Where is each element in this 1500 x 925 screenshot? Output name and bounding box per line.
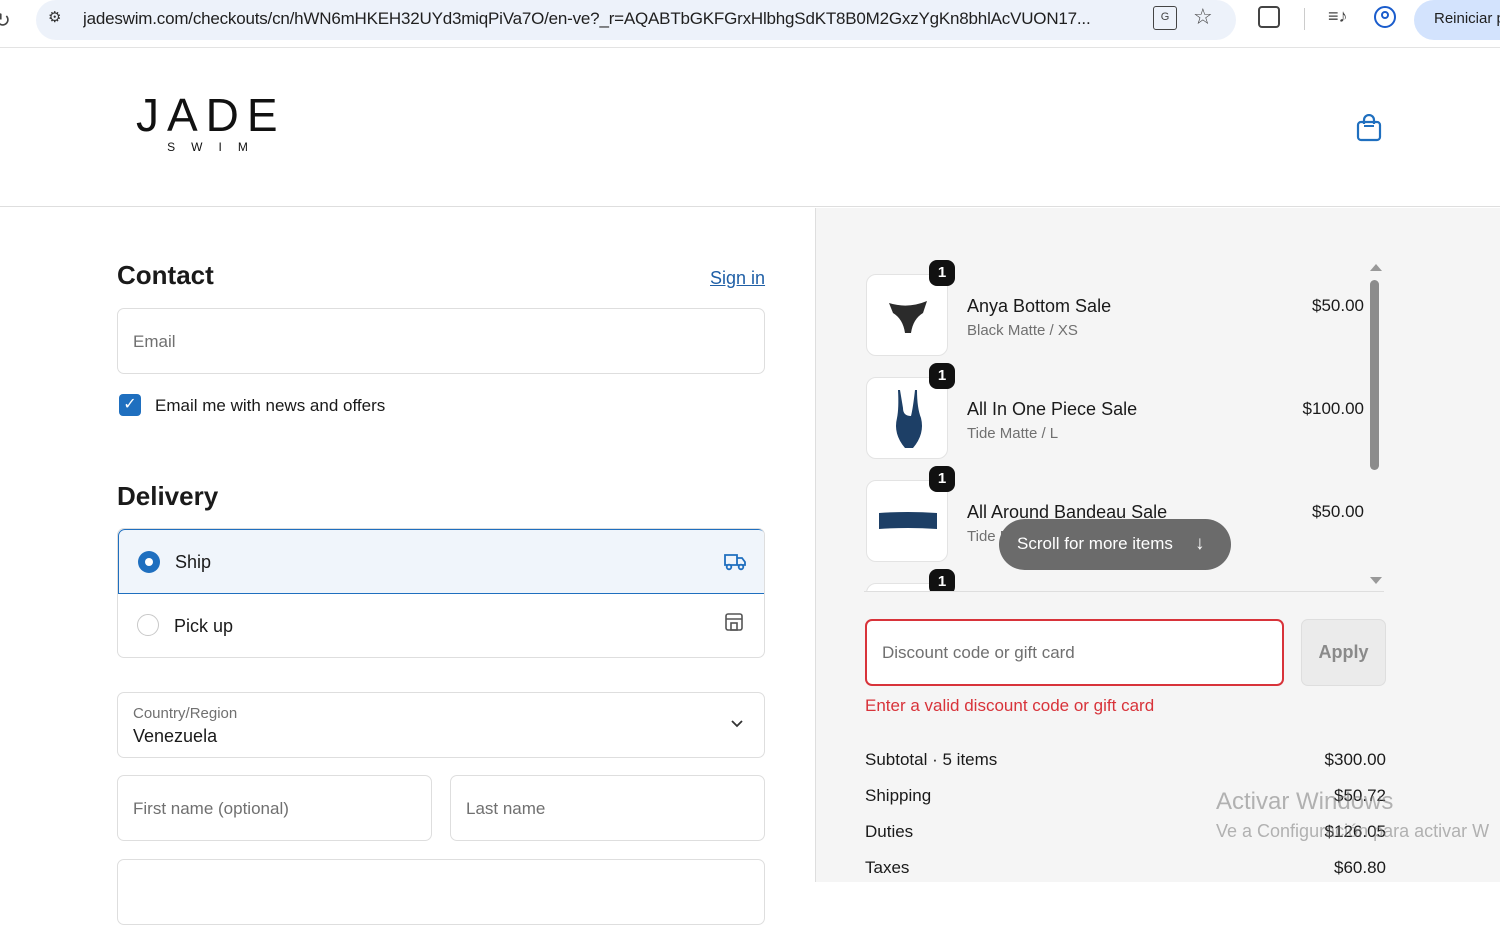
reload-icon[interactable]: ↻ xyxy=(0,8,11,33)
discount-code-input[interactable]: Discount code or gift card xyxy=(865,619,1284,686)
quantity-badge: 1 xyxy=(929,363,955,389)
ship-radio[interactable] xyxy=(138,551,160,573)
store-icon xyxy=(725,613,743,631)
quantity-badge: 1 xyxy=(929,569,955,591)
toolbar-divider xyxy=(1304,8,1305,30)
url-text[interactable]: jadeswim.com/checkouts/cn/hWN6mHKEH32UYd… xyxy=(83,9,1143,29)
last-name-field[interactable]: Last name xyxy=(450,775,765,841)
email-field[interactable]: Email xyxy=(117,308,765,374)
extensions-icon[interactable] xyxy=(1258,6,1280,28)
discount-placeholder: Discount code or gift card xyxy=(882,643,1075,662)
item-price: $50.00 xyxy=(1312,502,1364,521)
logo-sub-text: SWIM xyxy=(167,140,264,154)
product-thumbnail xyxy=(866,274,948,356)
site-header: JADE SWIM xyxy=(0,48,1500,207)
bandeau-top-image xyxy=(879,512,937,529)
media-control-icon[interactable]: ≡♪ xyxy=(1328,6,1348,27)
subtotal-row: Subtotal · 5 items $300.00 xyxy=(865,750,1386,770)
contact-heading: Contact xyxy=(117,260,214,290)
arrow-down-icon: ↓ xyxy=(1195,533,1205,554)
delivery-option-pickup[interactable]: Pick up xyxy=(118,594,764,657)
cart-item: 1 All In One Piece Sale Tide Matte / L $… xyxy=(864,363,1374,459)
delivery-method-group: Ship Pick up xyxy=(117,528,765,658)
pickup-radio[interactable] xyxy=(137,614,159,636)
item-variant: Tide Matte / L xyxy=(967,425,1059,442)
pickup-label: Pick up xyxy=(174,616,234,636)
chevron-down-icon xyxy=(731,720,743,728)
bikini-bottom-image xyxy=(889,301,927,333)
profile-icon[interactable] xyxy=(1374,6,1396,28)
last-name-placeholder: Last name xyxy=(466,799,546,818)
summary-label: Taxes xyxy=(865,858,910,877)
delivery-option-ship[interactable]: Ship xyxy=(118,529,764,594)
cart-item: 1 Anya Bottom Sale Black Matte / XS $50.… xyxy=(864,260,1374,356)
one-piece-swimsuit-image xyxy=(896,390,922,448)
summary-value: $60.80 xyxy=(1334,858,1386,877)
site-info-icon[interactable]: ⚙ xyxy=(48,8,70,30)
scroll-more-label: Scroll for more items xyxy=(1017,534,1173,553)
first-name-field[interactable]: First name (optional) xyxy=(117,775,432,841)
order-summary: 1 Anya Bottom Sale Black Matte / XS $50.… xyxy=(815,208,1500,882)
delivery-heading: Delivery xyxy=(117,481,219,511)
bookmark-star-icon[interactable]: ☆ xyxy=(1193,4,1213,30)
quantity-badge: 1 xyxy=(929,260,955,286)
address-bar[interactable]: ⚙ jadeswim.com/checkouts/cn/hWN6mHKEH32U… xyxy=(36,0,1236,40)
scroll-up-arrow-icon[interactable] xyxy=(1370,264,1382,271)
summary-label: Subtotal · 5 items xyxy=(865,750,998,769)
cart-item: 1 xyxy=(864,569,1374,591)
taxes-row: Taxes $60.80 xyxy=(865,858,1386,878)
product-thumbnail xyxy=(866,377,948,459)
newsletter-label[interactable]: Email me with news and offers xyxy=(155,396,385,416)
windows-activation-watermark: Activar Windows xyxy=(1216,788,1394,815)
address-field[interactable] xyxy=(117,859,765,925)
logo-main-text: JADE xyxy=(136,89,286,141)
item-name: All In One Piece Sale xyxy=(967,399,1138,419)
shopping-bag-icon[interactable] xyxy=(1356,114,1382,142)
truck-icon xyxy=(724,554,746,571)
ship-label: Ship xyxy=(175,552,212,572)
windows-activation-subtext: Ve a Configuración para activar W xyxy=(1216,821,1490,841)
brand-logo[interactable]: JADE SWIM xyxy=(136,92,281,154)
sign-in-link[interactable]: Sign in xyxy=(710,268,765,289)
product-thumbnail xyxy=(866,480,948,562)
country-label: Country/Region xyxy=(133,705,238,722)
country-select[interactable]: Country/Region Venezuela xyxy=(117,692,765,758)
item-price: $50.00 xyxy=(1312,296,1364,315)
scroll-more-button[interactable]: Scroll for more items ↓ xyxy=(999,519,1231,570)
newsletter-checkbox[interactable]: ✓ xyxy=(119,394,141,416)
scroll-down-arrow-icon[interactable] xyxy=(1370,577,1382,584)
browser-toolbar: ↻ ⚙ jadeswim.com/checkouts/cn/hWN6mHKEH3… xyxy=(0,0,1500,48)
summary-label: Duties xyxy=(865,822,914,841)
summary-value: $300.00 xyxy=(1324,750,1386,769)
first-name-placeholder: First name (optional) xyxy=(133,799,289,818)
item-name: Anya Bottom Sale xyxy=(967,296,1112,316)
translate-icon[interactable]: G xyxy=(1153,6,1177,30)
apply-discount-button[interactable]: Apply xyxy=(1301,619,1386,686)
email-placeholder: Email xyxy=(133,332,176,351)
scrollbar-thumb[interactable] xyxy=(1370,280,1379,470)
restart-button[interactable]: Reiniciar p xyxy=(1414,0,1500,40)
country-value: Venezuela xyxy=(133,726,218,746)
item-price: $100.00 xyxy=(1302,399,1364,418)
summary-label: Shipping xyxy=(865,786,932,805)
quantity-badge: 1 xyxy=(929,466,955,492)
item-variant: Black Matte / XS xyxy=(967,322,1078,339)
discount-error-message: Enter a valid discount code or gift card xyxy=(865,696,1155,715)
checkout-form: Contact Sign in Email ✓ Email me with ne… xyxy=(0,208,815,925)
